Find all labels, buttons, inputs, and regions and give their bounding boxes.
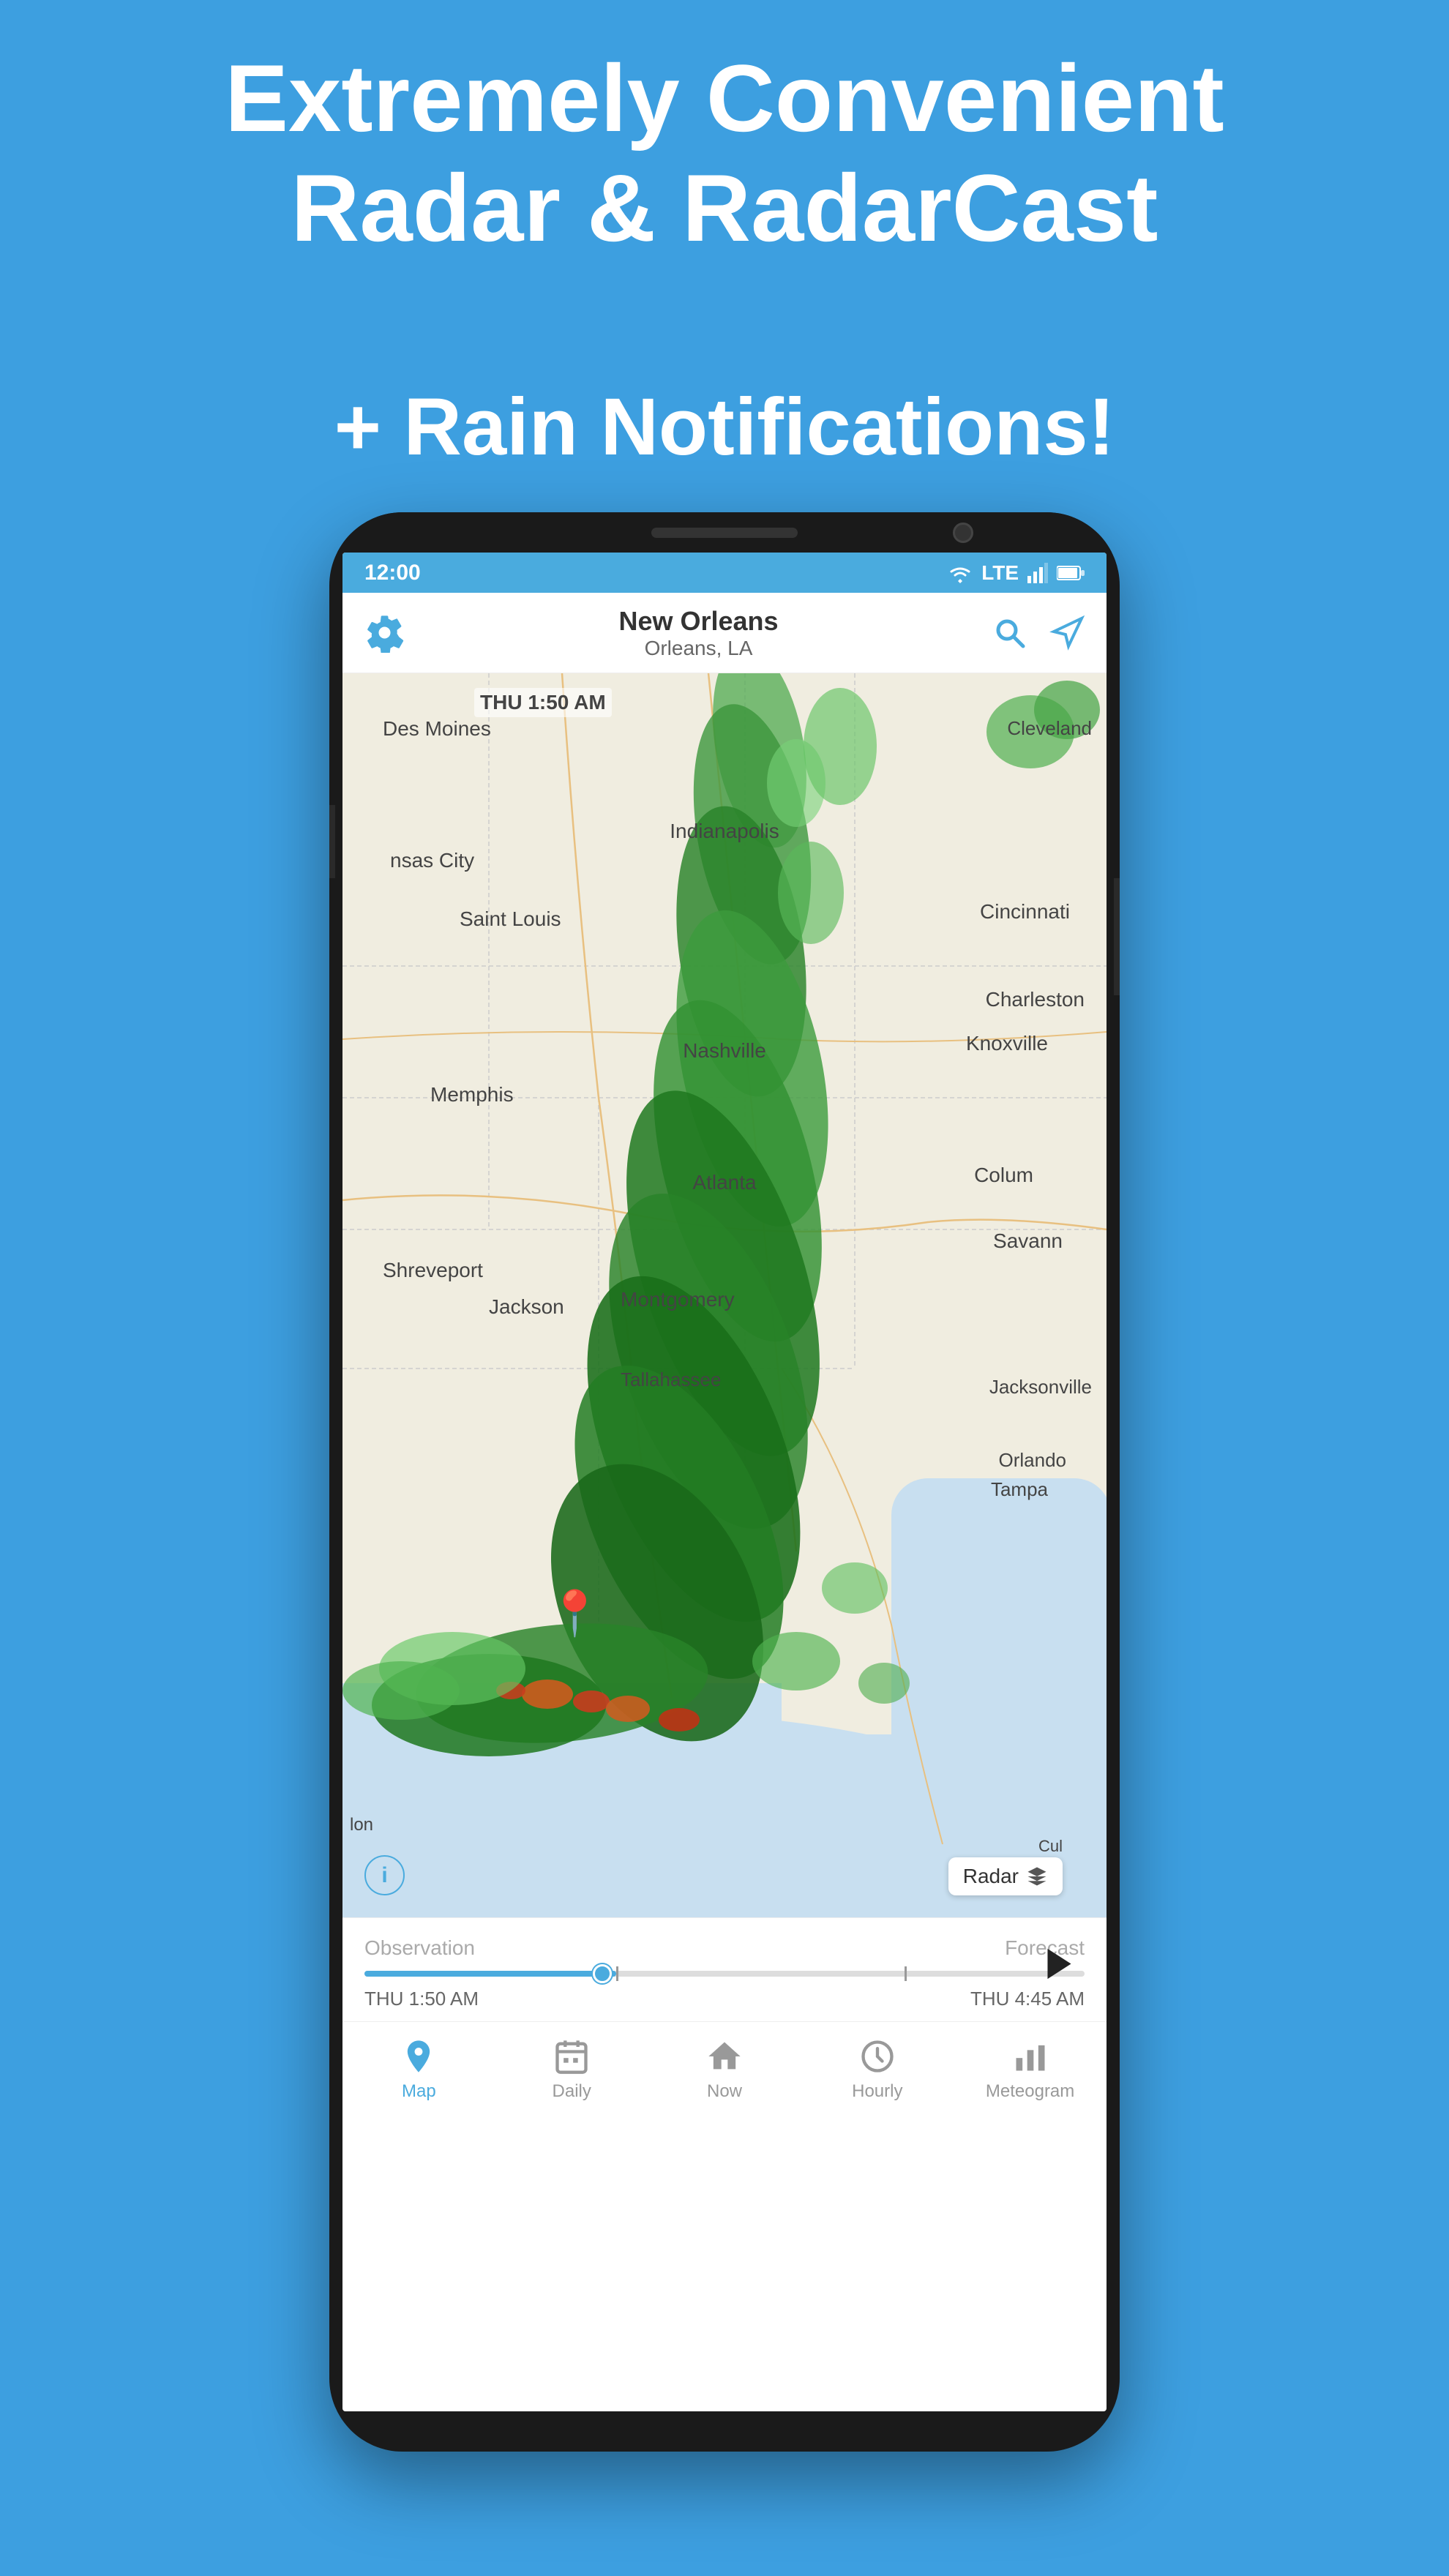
calendar-icon	[553, 2037, 591, 2075]
nav-item-daily[interactable]: Daily	[495, 2037, 648, 2102]
search-icon[interactable]	[992, 615, 1027, 651]
label-des-moines: Des Moines	[383, 717, 491, 741]
label-cincinnati: Cincinnati	[980, 900, 1070, 924]
phone-camera	[953, 523, 973, 543]
location-info: New Orleans Orleans, LA	[405, 606, 992, 660]
settings-icon[interactable]	[364, 613, 405, 653]
label-atlanta: Atlanta	[692, 1171, 756, 1194]
app-header: New Orleans Orleans, LA	[342, 593, 1107, 673]
power-button	[1114, 878, 1120, 995]
timeline-end-mark	[905, 1966, 907, 1981]
clock-icon	[858, 2037, 896, 2075]
nav-label-now: Now	[707, 2081, 742, 2102]
nav-label-daily: Daily	[553, 2081, 591, 2102]
nav-label-hourly: Hourly	[852, 2081, 902, 2102]
navigate-icon[interactable]	[1049, 615, 1085, 651]
signal-icon	[1027, 563, 1048, 583]
volume-button	[329, 805, 335, 878]
label-shreveport: Shreveport	[383, 1259, 483, 1282]
timeline-progress	[364, 1971, 616, 1977]
phone-top-bar	[329, 512, 1120, 553]
nav-item-now[interactable]: Now	[648, 2037, 801, 2102]
label-cul: Cul	[1038, 1837, 1063, 1856]
chart-icon	[1011, 2037, 1049, 2075]
label-saint-louis: Saint Louis	[460, 907, 561, 931]
nav-label-meteogram: Meteogram	[986, 2081, 1074, 2102]
map-nav-icon	[400, 2037, 438, 2075]
label-tallahassee: Tallahassee	[621, 1368, 721, 1391]
info-icon: i	[381, 1863, 387, 1888]
label-montgomery: Montgomery	[621, 1288, 735, 1311]
radar-button[interactable]: Radar	[948, 1857, 1063, 1895]
battery-icon	[1057, 565, 1085, 581]
timeline-divider	[616, 1966, 618, 1981]
info-button[interactable]: i	[364, 1855, 405, 1895]
phone-frame: 12:00 LTE	[329, 512, 1120, 2452]
wifi-icon	[948, 563, 973, 583]
phone-speaker	[651, 528, 798, 538]
timeline-times: THU 1:50 AM THU 4:45 AM	[364, 1988, 1085, 2010]
label-nashville: Nashville	[683, 1039, 766, 1063]
timeline-end-time: THU 4:45 AM	[970, 1988, 1085, 2010]
label-orlando: Orlando	[999, 1449, 1067, 1472]
hero-title-line2: Radar & RadarCast	[291, 154, 1158, 261]
label-cleveland: Cleveland	[1007, 717, 1092, 740]
nav-item-meteogram[interactable]: Meteogram	[954, 2037, 1107, 2102]
nav-label-map: Map	[402, 2081, 436, 2102]
label-memphis: Memphis	[430, 1083, 514, 1107]
status-right: LTE	[948, 561, 1085, 585]
label-lon: lon	[350, 1815, 373, 1835]
bottom-nav: Map Daily Now	[342, 2021, 1107, 2116]
map-timestamp: THU 1:50 AM	[474, 688, 612, 717]
radar-label: Radar	[963, 1865, 1019, 1888]
home-icon	[705, 2037, 744, 2075]
nav-item-map[interactable]: Map	[342, 2037, 495, 2102]
label-savann: Savann	[993, 1229, 1063, 1253]
label-colum: Colum	[974, 1164, 1033, 1187]
phone-screen: 12:00 LTE	[342, 553, 1107, 2411]
timeline-bar	[364, 1971, 1085, 1977]
layers-icon	[1026, 1865, 1048, 1887]
label-jacksonville: Jacksonville	[989, 1376, 1092, 1399]
label-tampa: Tampa	[991, 1478, 1048, 1501]
location-city: New Orleans	[405, 606, 992, 637]
hero-title: Extremely Convenient Radar & RadarCast	[0, 44, 1449, 263]
hero-title-line1: Extremely Convenient	[225, 45, 1224, 151]
timeline-wrapper[interactable]: THU 1:50 AM THU 4:45 AM	[364, 1971, 1085, 2010]
status-bar: 12:00 LTE	[342, 553, 1107, 593]
observation-label: Observation	[364, 1936, 475, 1960]
hero-subtitle: + Rain Notifications!	[0, 381, 1449, 473]
label-jackson: Jackson	[489, 1295, 564, 1319]
play-icon	[1039, 1944, 1079, 1984]
timeline-section: Observation Forecast THU 1:50 AM THU 4:4…	[342, 1917, 1107, 2021]
play-button[interactable]	[1033, 1938, 1085, 1989]
status-time: 12:00	[364, 561, 421, 585]
location-state: Orleans, LA	[405, 637, 992, 660]
timeline-dot	[593, 1964, 612, 1983]
location-pin: 📍	[547, 1587, 602, 1639]
label-indianapolis: Indianapolis	[670, 820, 779, 843]
lte-indicator: LTE	[981, 561, 1019, 585]
label-kansas-city: nsas City	[390, 849, 474, 872]
nav-item-hourly[interactable]: Hourly	[801, 2037, 954, 2102]
header-icons	[992, 615, 1085, 651]
label-knoxville: Knoxville	[966, 1032, 1048, 1055]
map-area[interactable]: Des Moines Cleveland Indianapolis nsas C…	[342, 673, 1107, 1917]
label-charleston: Charleston	[986, 988, 1085, 1011]
timeline-start-time: THU 1:50 AM	[364, 1988, 479, 2010]
timeline-labels: Observation Forecast	[364, 1936, 1085, 1960]
